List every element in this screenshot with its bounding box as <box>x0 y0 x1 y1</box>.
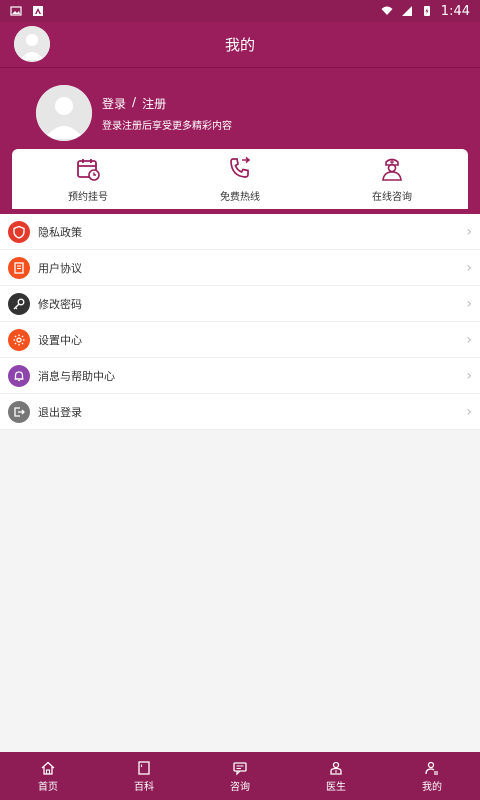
page-title: 我的 <box>224 36 255 54</box>
register-link[interactable]: 注册 <box>142 95 166 112</box>
menu-item-label: 修改密码 <box>38 297 82 311</box>
menu-item-logout[interactable]: 退出登录 › <box>0 394 480 430</box>
tab-label: 咨询 <box>230 781 250 793</box>
default-avatar-icon <box>14 26 50 62</box>
bell-icon <box>8 364 30 387</box>
shield-icon <box>8 220 30 243</box>
menu-item-label: 退出登录 <box>38 405 82 419</box>
bottom-tab-bar: 首页 百科 咨询 医生 我的 <box>0 752 480 800</box>
tab-label: 我的 <box>422 781 442 793</box>
menu-item-label: 消息与帮助中心 <box>38 369 115 383</box>
menu-item-privacy[interactable]: 隐私政策 › <box>0 214 480 250</box>
profile-avatar[interactable] <box>36 85 92 141</box>
avatar[interactable] <box>14 26 50 62</box>
home-icon <box>41 761 55 775</box>
chevron-right-icon: › <box>466 403 472 420</box>
logout-icon <box>8 400 30 423</box>
quick-actions: 预约挂号 免费热线 在线咨询 <box>12 149 468 209</box>
document-icon <box>8 256 30 279</box>
user-icon <box>425 761 438 775</box>
tab-label: 首页 <box>38 781 58 793</box>
menu-item-label: 隐私政策 <box>38 225 82 239</box>
tab-consult[interactable]: 咨询 <box>192 752 288 800</box>
menu-item-settings[interactable]: 设置中心 › <box>0 322 480 358</box>
quick-action-hotline[interactable]: 免费热线 <box>164 149 316 209</box>
menu-item-user-agreement[interactable]: 用户协议 › <box>0 250 480 286</box>
tab-doctors[interactable]: 医生 <box>288 752 384 800</box>
default-avatar-icon <box>36 85 92 141</box>
chevron-right-icon: › <box>466 223 472 240</box>
chevron-right-icon: › <box>466 367 472 384</box>
wifi-icon <box>381 6 393 15</box>
profile-subtitle: 登录注册后享受更多精彩内容 <box>102 121 232 132</box>
gear-icon <box>8 328 30 351</box>
chat-icon <box>233 761 247 775</box>
battery-icon <box>423 6 430 16</box>
chevron-right-icon: › <box>466 295 472 312</box>
login-link[interactable]: 登录 <box>102 95 126 112</box>
quick-action-label: 免费热线 <box>220 191 260 203</box>
tab-label: 医生 <box>326 781 346 793</box>
quick-action-label: 在线咨询 <box>372 191 412 203</box>
menu-item-label: 用户协议 <box>38 261 82 275</box>
book-icon <box>138 760 150 775</box>
tab-label: 百科 <box>134 781 154 793</box>
menu-item-messages-help[interactable]: 消息与帮助中心 › <box>0 358 480 394</box>
android-a-icon <box>33 6 43 16</box>
status-time: 1:44 <box>440 3 470 19</box>
tab-home[interactable]: 首页 <box>0 752 96 800</box>
divider-text: / <box>132 95 137 109</box>
chevron-right-icon: › <box>466 259 472 276</box>
status-bar: 1:44 <box>0 0 480 22</box>
image-icon <box>10 6 22 16</box>
login-register-line: 登录 / 注册 <box>102 95 166 112</box>
calendar-icon <box>77 158 100 181</box>
doctor-icon <box>330 761 342 775</box>
quick-action-appointment[interactable]: 预约挂号 <box>12 149 164 209</box>
tab-encyclopedia[interactable]: 百科 <box>96 752 192 800</box>
quick-action-label: 预约挂号 <box>68 191 108 203</box>
quick-action-consult[interactable]: 在线咨询 <box>316 149 468 209</box>
chevron-right-icon: › <box>466 331 472 348</box>
signal-icon <box>401 6 412 16</box>
menu-item-label: 设置中心 <box>38 333 82 347</box>
nurse-icon <box>382 158 402 181</box>
phone-icon <box>230 156 251 178</box>
menu-item-change-password[interactable]: 修改密码 › <box>0 286 480 322</box>
app-bar: 我的 <box>0 22 480 68</box>
key-icon <box>8 292 30 315</box>
settings-menu: 隐私政策 › 用户协议 › 修改密码 › 设置中心 › 消息与帮助中心 › 退出… <box>0 214 480 430</box>
tab-mine[interactable]: 我的 <box>384 752 480 800</box>
